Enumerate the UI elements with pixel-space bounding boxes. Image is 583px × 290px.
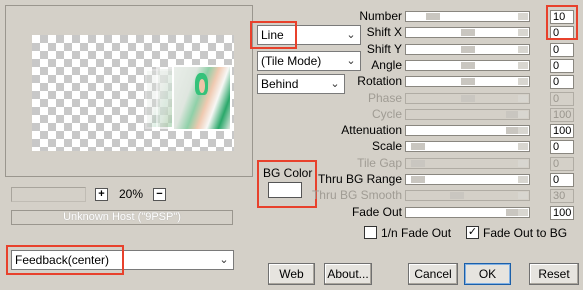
param-label: Thru BG Range [317,172,402,186]
param-slider[interactable] [405,27,530,38]
about-button[interactable]: About... [324,263,372,285]
param-slider[interactable] [405,174,530,185]
param-label: Number [359,9,402,23]
fade-out-1n-label: 1/n Fade Out [381,226,452,240]
slider-thumb [461,95,475,102]
zoom-out-button[interactable]: − [153,188,166,201]
param-label: Rotation [357,74,402,88]
slider-end-cap [518,127,528,134]
param-label: Phase [367,91,402,105]
slider-thumb[interactable] [461,29,475,36]
preview-canvas[interactable] [32,35,234,151]
param-label: Tile Gap [357,156,402,170]
slider-end-cap [518,13,528,20]
chevron-down-icon: ⌄ [219,254,229,266]
reset-button[interactable]: Reset [529,263,579,285]
slider-end-cap [518,160,528,167]
slider-thumb [450,192,464,199]
slider-end-cap [518,209,528,216]
zoom-slider-track[interactable] [11,187,86,202]
param-value-input[interactable]: 100 [550,124,574,138]
web-button[interactable]: Web [268,263,315,285]
slider-thumb [411,160,425,167]
slider-thumb[interactable] [426,13,440,20]
slider-thumb[interactable] [461,78,475,85]
fade-out-bg-label: Fade Out to BG [483,226,568,240]
slider-end-cap [518,111,528,118]
slider-end-cap [518,143,528,150]
slider-thumb[interactable] [411,143,425,150]
param-value-input: 100 [550,108,574,122]
param-slider [405,93,530,104]
param-slider[interactable] [405,76,530,87]
param-value-input[interactable]: 0 [550,140,574,154]
slider-end-cap [518,192,528,199]
slider-thumb[interactable] [411,176,425,183]
fade-out-bg-checkbox[interactable]: ✓ [466,226,479,239]
zoom-in-button[interactable]: + [95,188,108,201]
slider-end-cap [518,29,528,36]
param-slider [405,158,530,169]
param-value-input[interactable]: 0 [550,59,574,73]
slider-end-cap [518,46,528,53]
param-slider[interactable] [405,11,530,22]
host-status: Unknown Host ("9PSP") [11,210,233,225]
slider-end-cap [518,95,528,102]
param-label: Thru BG Smooth [311,188,402,202]
slider-end-cap [518,78,528,85]
param-label: Angle [371,58,402,72]
param-label: Fade Out [351,205,402,219]
param-slider[interactable] [405,44,530,55]
cancel-button[interactable]: Cancel [408,263,458,285]
param-value-input[interactable]: 0 [550,173,574,187]
highlight-preset [6,245,124,275]
param-label: Shift X [366,25,402,39]
param-value-input: 30 [550,189,574,203]
param-slider [405,190,530,201]
param-label: Scale [371,139,402,153]
highlight-number-shift [546,5,578,40]
param-label: Attenuation [341,123,402,137]
slider-end-cap [518,176,528,183]
slider-end-cap [518,62,528,69]
param-value-input: 0 [550,92,574,106]
param-value-input: 0 [550,157,574,171]
fade-out-1n-checkbox[interactable] [364,226,377,239]
preview-image [172,65,232,131]
param-value-input[interactable]: 100 [550,206,574,220]
ok-button[interactable]: OK [464,263,511,285]
param-slider[interactable] [405,125,530,136]
param-slider[interactable] [405,60,530,71]
slider-thumb[interactable] [461,62,475,69]
param-value-input[interactable]: 0 [550,43,574,57]
param-slider[interactable] [405,141,530,152]
param-slider[interactable] [405,207,530,218]
param-value-input[interactable]: 0 [550,75,574,89]
param-slider [405,109,530,120]
param-label: Cycle [371,107,402,121]
param-label: Shift Y [366,42,402,56]
zoom-value: 20% [119,187,144,201]
slider-thumb[interactable] [461,46,475,53]
